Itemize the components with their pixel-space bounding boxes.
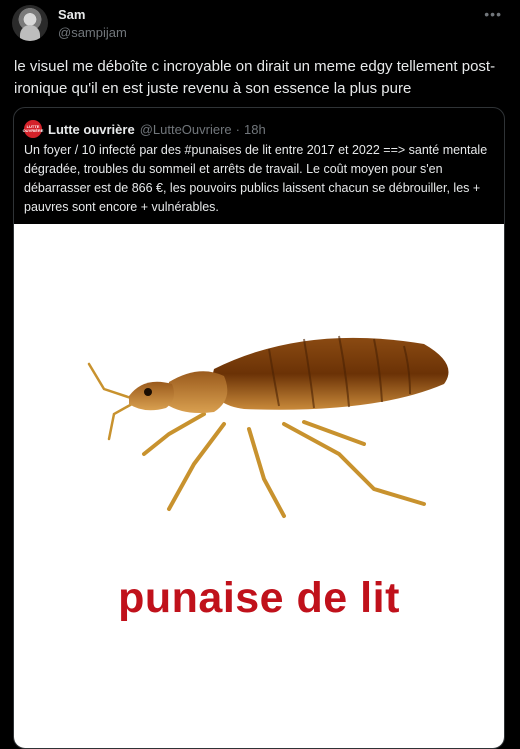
media-caption: punaise de lit	[118, 574, 400, 622]
quoted-handle[interactable]: @LutteOuvriere	[140, 122, 232, 137]
quoted-display-name[interactable]: Lutte ouvrière	[48, 122, 135, 137]
quoted-separator: ·	[235, 121, 240, 137]
tweet-text: le visuel me déboîte c incroyable on dir…	[14, 58, 496, 97]
quoted-timestamp[interactable]: 18h	[244, 122, 266, 137]
quoted-avatar[interactable]: LUTTE OUVRIÈRE	[23, 120, 43, 138]
avatar[interactable]	[12, 5, 48, 41]
quoted-tweet[interactable]: LUTTE OUVRIÈRE Lutte ouvrière @LutteOuvr…	[13, 107, 505, 749]
quoted-tweet-text: Un foyer / 10 infecté par des #punaises …	[24, 143, 488, 214]
quoted-media-image[interactable]: punaise de lit	[14, 224, 504, 748]
bedbug-illustration	[87, 335, 449, 518]
author-handle[interactable]: @sampijam	[58, 25, 127, 40]
author-display-name[interactable]: Sam	[58, 7, 85, 22]
quoted-tweet-header: LUTTE OUVRIÈRE Lutte ouvrière @LutteOuvr…	[23, 119, 266, 139]
tweet: Sam @sampijam ••• le visuel me déboîte c…	[0, 0, 520, 749]
more-icon[interactable]: •••	[484, 6, 502, 22]
